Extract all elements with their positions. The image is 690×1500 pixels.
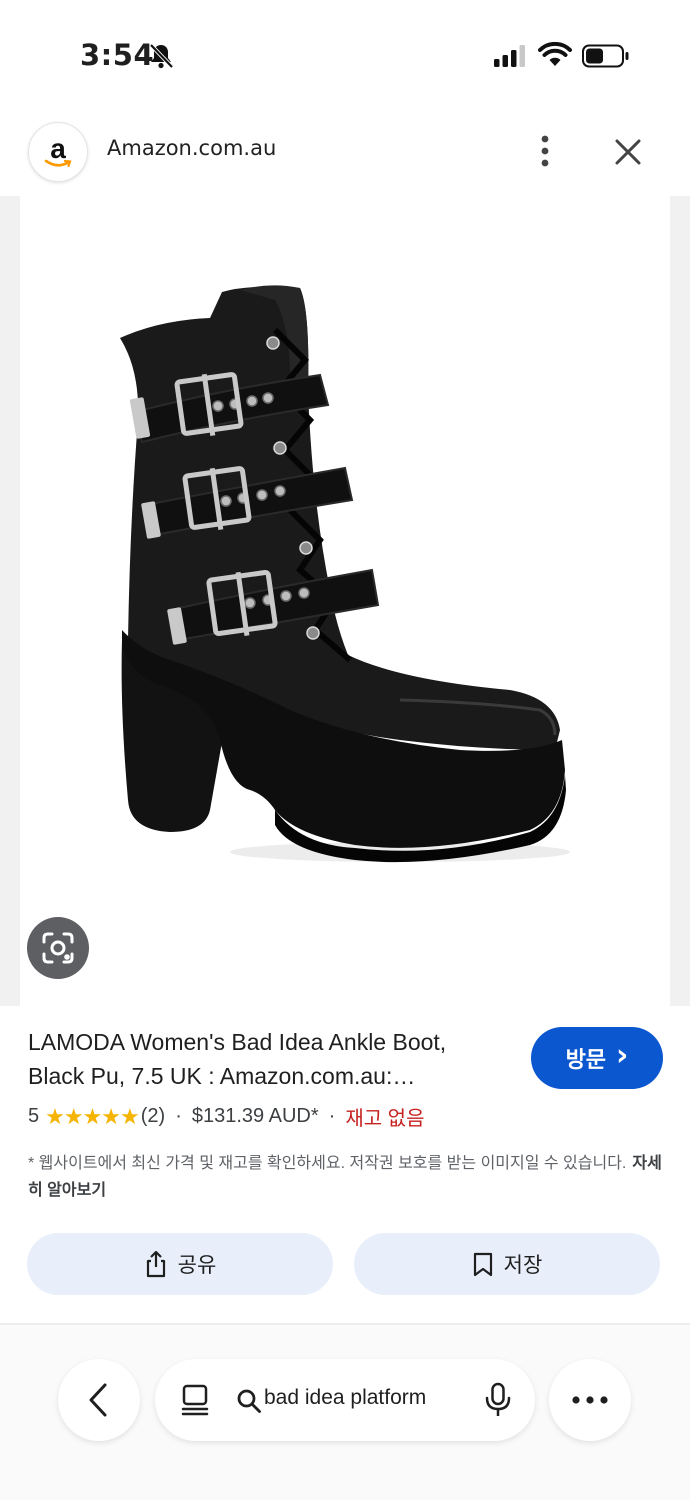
more-options-button[interactable] <box>549 1359 631 1441</box>
visit-button[interactable]: 방문 › <box>531 1027 663 1089</box>
more-vert-icon[interactable] <box>530 134 560 168</box>
product-title-line-1[interactable]: LAMODA Women's Bad Idea Ankle Boot, <box>28 1025 508 1059</box>
tabs-icon[interactable] <box>179 1383 211 1417</box>
product-title-line-2[interactable]: Black Pu, 7.5 UK : Amazon.com.au:… <box>28 1059 508 1093</box>
meta-separator: · <box>328 1105 336 1127</box>
amazon-smile-icon <box>44 159 72 168</box>
site-favicon: a <box>28 122 88 182</box>
share-icon <box>146 1250 165 1278</box>
chevron-right-icon: › <box>616 1038 629 1073</box>
share-button[interactable]: 공유 <box>27 1233 333 1295</box>
status-time: 3:54 <box>80 38 155 72</box>
rating-score: 5 <box>28 1105 40 1127</box>
more-horiz-icon <box>572 1396 608 1404</box>
back-button[interactable] <box>58 1359 140 1441</box>
signal-icon <box>494 45 525 67</box>
stock-status: 재고 없음 <box>345 1108 425 1130</box>
back-arrow-icon <box>89 1383 107 1417</box>
lens-search-button[interactable] <box>27 917 89 979</box>
review-count: (2) <box>140 1105 166 1127</box>
lens-icon <box>42 932 74 964</box>
visit-button-label: 방문 <box>565 1048 607 1073</box>
price: $131.39 AUD* <box>191 1105 319 1127</box>
search-icon <box>237 1389 261 1413</box>
meta-separator: · <box>175 1105 182 1127</box>
disclaimer: * 웹사이트에서 최신 가격 및 재고를 확인하세요. 저작권 보호를 받는 이… <box>28 1150 668 1204</box>
site-name[interactable]: Amazon.com.au <box>107 136 276 160</box>
disclaimer-text: * 웹사이트에서 최신 가격 및 재고를 확인하세요. 저작권 보호를 받는 이… <box>28 1155 627 1172</box>
close-icon[interactable] <box>612 136 644 168</box>
wifi-icon <box>538 42 572 66</box>
product-title[interactable]: LAMODA Women's Bad Idea Ankle Boot, Blac… <box>28 1025 508 1093</box>
save-button[interactable]: 저장 <box>354 1233 660 1295</box>
save-label: 저장 <box>503 1253 543 1277</box>
product-meta-row: 5 ★★★★★ (2) · $131.39 AUD* · 재고 없음 <box>28 1102 424 1131</box>
star-rating-icon: ★★★★★ <box>45 1103 140 1129</box>
product-image[interactable] <box>100 270 580 870</box>
bookmark-icon <box>473 1252 492 1277</box>
share-label: 공유 <box>177 1253 217 1277</box>
bell-off-icon <box>149 43 174 69</box>
search-query[interactable]: bad idea platform <box>264 1386 460 1410</box>
battery-icon <box>582 44 629 68</box>
mic-icon[interactable] <box>484 1382 512 1418</box>
